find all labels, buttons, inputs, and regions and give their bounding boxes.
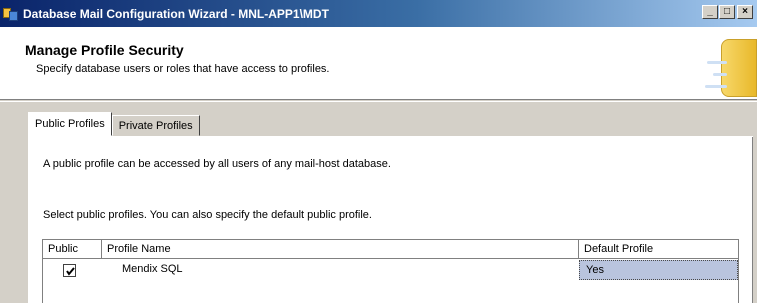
tab-strip: Public Profiles Private Profiles	[28, 112, 200, 136]
public-checkbox[interactable]	[63, 263, 76, 277]
table-row[interactable]: Mendix SQL Yes	[43, 260, 738, 280]
tab-public-profiles[interactable]: Public Profiles	[28, 112, 112, 136]
public-cell	[43, 260, 102, 280]
grid-header: Public Profile Name Default Profile	[43, 240, 738, 259]
window-title: Database Mail Configuration Wizard - MNL…	[23, 6, 329, 21]
maximize-button[interactable]: □	[719, 5, 735, 19]
public-profile-description: A public profile can be accessed by all …	[43, 158, 391, 170]
tab-private-profiles[interactable]: Private Profiles	[111, 115, 200, 136]
database-mail-icon	[3, 6, 19, 22]
column-header-profile-name[interactable]: Profile Name	[102, 240, 579, 259]
profile-name-cell: Mendix SQL	[122, 263, 183, 275]
page-subtitle: Specify database users or roles that hav…	[36, 63, 330, 75]
close-button[interactable]: ×	[737, 5, 753, 19]
profiles-grid: Public Profile Name Default Profile Mend…	[42, 239, 739, 303]
database-wizard-graphic	[705, 39, 757, 97]
wizard-window: Database Mail Configuration Wizard - MNL…	[0, 0, 757, 303]
page-title: Manage Profile Security	[25, 42, 184, 58]
default-profile-dropdown[interactable]: Yes	[579, 260, 738, 280]
public-profile-instruction: Select public profiles. You can also spe…	[43, 209, 372, 221]
checkmark-icon	[66, 266, 75, 276]
column-header-public[interactable]: Public	[43, 240, 102, 259]
title-bar[interactable]: Database Mail Configuration Wizard - MNL…	[0, 0, 757, 27]
header-divider	[0, 101, 757, 102]
column-header-default-profile[interactable]: Default Profile	[579, 240, 738, 259]
wizard-header: Manage Profile Security Specify database…	[0, 27, 757, 100]
window-controls: _ □ ×	[702, 5, 753, 19]
minimize-button[interactable]: _	[702, 5, 718, 19]
